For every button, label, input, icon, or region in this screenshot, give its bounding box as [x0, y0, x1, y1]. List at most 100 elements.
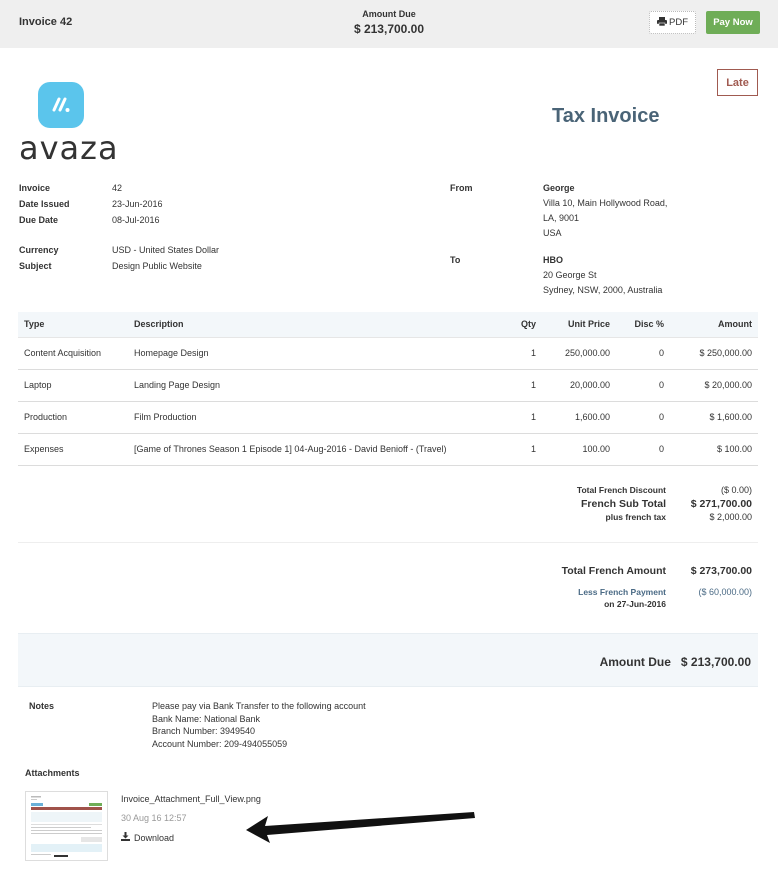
annotation-arrow-icon — [246, 808, 478, 850]
invoice-meta: Invoice 42 Date Issued 23-Jun-2016 Due D… — [19, 180, 163, 228]
invoice-title: Invoice 42 — [19, 16, 73, 28]
from-name: George — [543, 183, 575, 193]
meta-row-date-issued: Date Issued 23-Jun-2016 — [19, 196, 163, 212]
col-disc: Disc % — [616, 312, 670, 338]
tax-row: plus french tax $ 2,000.00 — [577, 512, 752, 525]
notes-text: Please pay via Bank Transfer to the foll… — [152, 700, 366, 750]
pdf-label: PDF — [669, 17, 688, 28]
cell-disc: 0 — [616, 369, 670, 402]
notes-line: Account Number: 209-494055059 — [152, 738, 288, 749]
meta-value: 23-Jun-2016 — [112, 199, 163, 209]
notes-line: Please pay via Bank Transfer to the foll… — [152, 701, 366, 711]
avaza-logo-mark-icon — [38, 82, 84, 128]
status-badge: Late — [717, 69, 758, 96]
printer-icon — [657, 16, 667, 29]
cell-disc: 0 — [616, 337, 670, 370]
subtotal-row: French Sub Total $ 271,700.00 — [577, 498, 752, 512]
discount-value: ($ 0.00) — [720, 485, 752, 495]
cell-qty: 1 — [502, 433, 542, 466]
top-bar: Invoice 42 Amount Due $ 213,700.00 PDF P… — [0, 0, 778, 48]
cell-amount: $ 250,000.00 — [670, 337, 758, 370]
cell-amount: $ 100.00 — [670, 433, 758, 466]
cell-type: Content Acquisition — [18, 337, 128, 370]
from-line: USA — [543, 228, 562, 238]
table-row: Expenses [Game of Thrones Season 1 Episo… — [18, 433, 758, 466]
discount-row: Total French Discount ($ 0.00) — [577, 485, 752, 498]
amount-due-band: Amount Due $ 213,700.00 — [18, 633, 758, 687]
attachment-thumbnail[interactable] — [25, 791, 108, 861]
cell-unit-price: 100.00 — [542, 433, 616, 466]
cell-description: Film Production — [128, 401, 502, 434]
table-row: Production Film Production 1 1,600.00 0 … — [18, 401, 758, 434]
meta-value: 08-Jul-2016 — [112, 215, 160, 225]
from-label: From — [450, 183, 473, 193]
pdf-button[interactable]: PDF — [649, 11, 696, 34]
attachment-date: 30 Aug 16 12:57 — [121, 813, 187, 823]
from-line: LA, 9001 — [543, 213, 580, 223]
attachments-label: Attachments — [25, 768, 80, 778]
table-row: Laptop Landing Page Design 1 20,000.00 0… — [18, 369, 758, 402]
invoice-meta-2: Currency USD - United States Dollar Subj… — [19, 242, 219, 274]
cell-disc: 0 — [616, 401, 670, 434]
cell-type: Production — [18, 401, 128, 434]
amount-due-footer-value: $ 213,700.00 — [680, 655, 751, 669]
meta-label: Date Issued — [19, 199, 70, 209]
pay-now-button[interactable]: Pay Now — [706, 11, 760, 34]
attachment-filename[interactable]: Invoice_Attachment_Full_View.png — [121, 794, 261, 804]
notes-line: Branch Number: 3949540 — [152, 726, 256, 736]
cell-description: [Game of Thrones Season 1 Episode 1] 04-… — [128, 433, 502, 466]
payment-date: on 27-Jun-2016 — [604, 599, 666, 609]
table-header-row: Type Description Qty Unit Price Disc % A… — [18, 312, 758, 338]
cell-qty: 1 — [502, 369, 542, 402]
download-icon — [121, 832, 130, 843]
meta-value: USD - United States Dollar — [112, 245, 220, 255]
col-amount: Amount — [670, 312, 758, 338]
grand-totals: Total French Amount $ 273,700.00 Less Fr… — [562, 565, 752, 611]
download-link[interactable]: Download — [121, 832, 174, 843]
payment-date-row: on 27-Jun-2016 — [562, 599, 752, 611]
payment-value: ($ 60,000.00) — [698, 587, 752, 597]
page-title: Tax Invoice — [552, 105, 660, 127]
subtotal-value: $ 271,700.00 — [690, 498, 752, 510]
meta-label: Subject — [19, 261, 52, 271]
cell-disc: 0 — [616, 433, 670, 466]
payment-link[interactable]: Less French Payment — [578, 587, 666, 597]
meta-label: Currency — [19, 245, 59, 255]
to-name: HBO — [543, 255, 563, 265]
subtotal-label: French Sub Total — [581, 498, 666, 510]
to-line: Sydney, NSW, 2000, Australia — [543, 285, 663, 295]
meta-label: Due Date — [19, 215, 59, 225]
total-value: $ 273,700.00 — [690, 565, 752, 577]
meta-label: Invoice — [19, 183, 51, 193]
subtotals: Total French Discount ($ 0.00) French Su… — [577, 485, 752, 525]
cell-unit-price: 250,000.00 — [542, 337, 616, 370]
meta-row-due-date: Due Date 08-Jul-2016 — [19, 212, 163, 228]
total-label: Total French Amount — [561, 565, 666, 577]
cell-unit-price: 20,000.00 — [542, 369, 616, 402]
avaza-logo-text: avaza — [19, 129, 119, 167]
meta-value: Design Public Website — [112, 261, 202, 271]
cell-description: Homepage Design — [128, 337, 502, 370]
notes-label: Notes — [29, 701, 55, 711]
totals-divider — [18, 542, 758, 543]
notes-line: Bank Name: National Bank — [152, 713, 261, 724]
col-description: Description — [128, 312, 502, 338]
meta-value: 42 — [112, 183, 123, 193]
meta-row-currency: Currency USD - United States Dollar — [19, 242, 219, 258]
col-qty: Qty — [502, 312, 542, 338]
col-type: Type — [18, 312, 128, 338]
cell-amount: $ 20,000.00 — [670, 369, 758, 402]
cell-type: Expenses — [18, 433, 128, 466]
total-row: Total French Amount $ 273,700.00 — [562, 565, 752, 587]
to-line: 20 George St — [543, 270, 597, 280]
meta-row-subject: Subject Design Public Website — [19, 258, 219, 274]
col-unit-price: Unit Price — [542, 312, 616, 338]
cell-qty: 1 — [502, 337, 542, 370]
from-line: Villa 10, Main Hollywood Road, — [543, 198, 668, 208]
table-row: Content Acquisition Homepage Design 1 25… — [18, 337, 758, 370]
meta-row-invoice: Invoice 42 — [19, 180, 163, 196]
download-label: Download — [134, 832, 175, 843]
tax-value: $ 2,000.00 — [709, 512, 752, 522]
discount-label: Total French Discount — [576, 485, 666, 495]
tax-label: plus french tax — [605, 512, 666, 522]
